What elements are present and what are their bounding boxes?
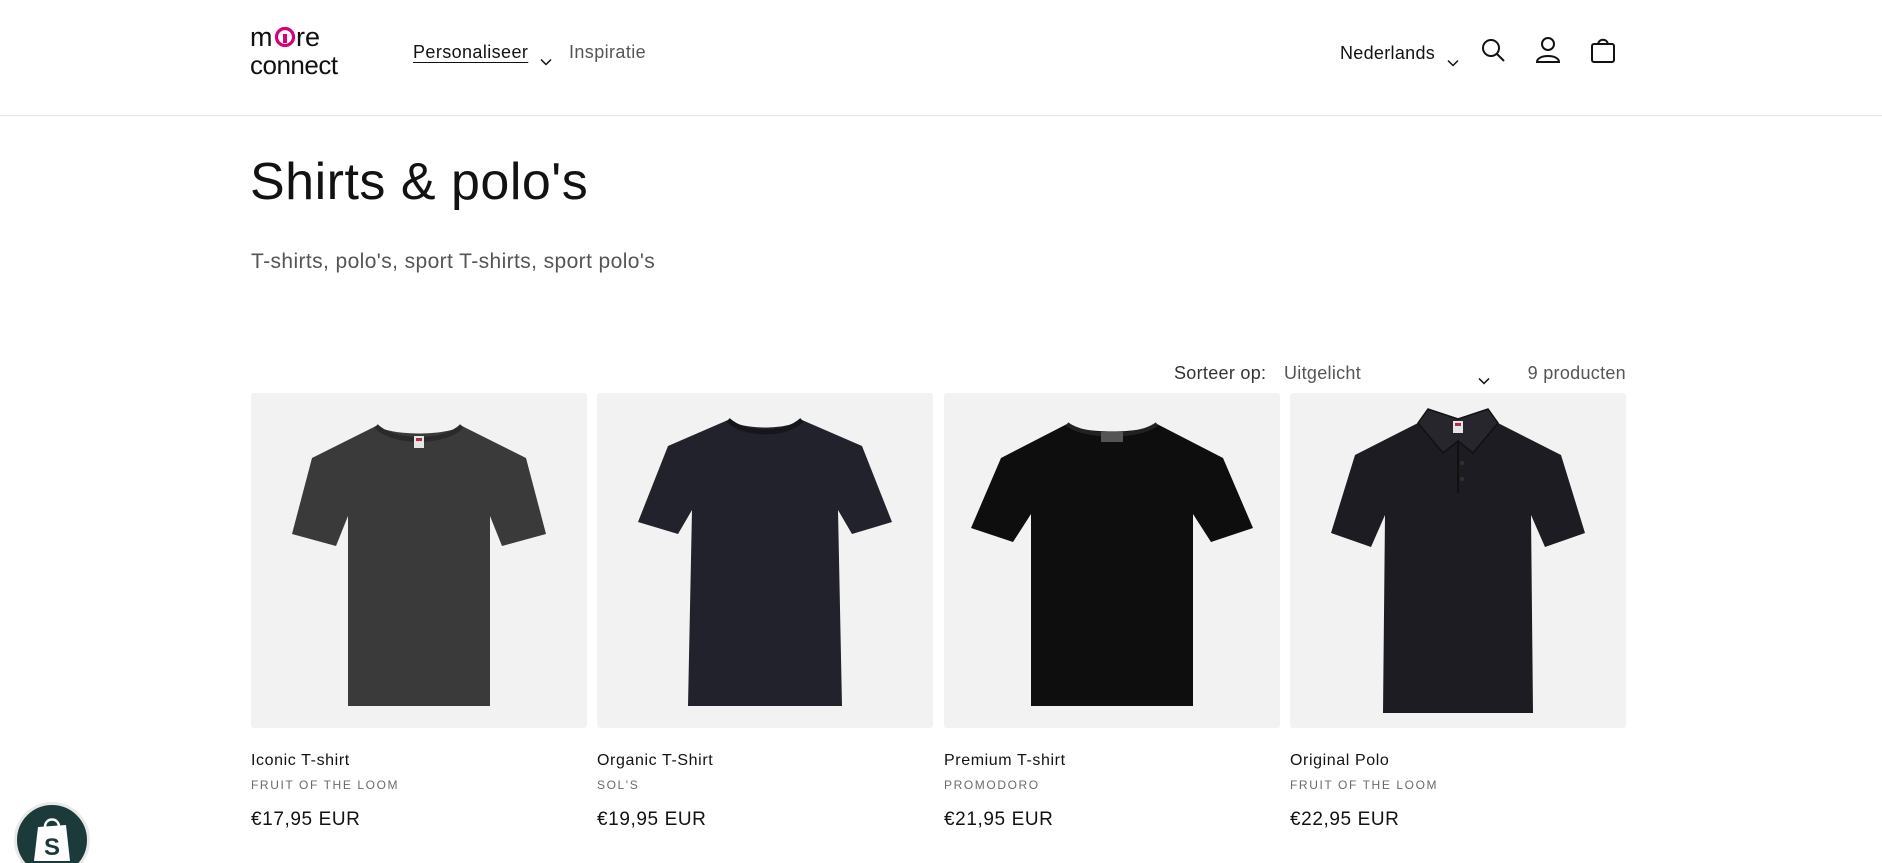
language-label: Nederlands [1340,43,1436,63]
search-icon[interactable] [1477,34,1509,66]
product-price: €21,95 EUR [944,809,1054,830]
sort-label: Sorteer op: [1174,363,1267,383]
product-name[interactable]: Original Polo [1290,751,1626,771]
tshirt-icon [292,423,546,706]
shopify-badge[interactable]: S [14,802,90,863]
collection-description: T-shirts, polo's, sport T-shirts, sport … [251,250,656,273]
product-price: €22,95 EUR [1290,809,1400,830]
chevron-down-icon [1478,369,1490,385]
more-connect-logo-icon: m re connect [250,22,339,80]
product-count: 9 producten [1527,363,1626,383]
product-price: €17,95 EUR [251,809,361,830]
brand-logo[interactable]: m re connect [250,22,365,80]
product-vendor: PROMODORO [944,778,1040,792]
product-card[interactable]: Premium T-shirt PROMODORO €21,95 EUR [944,393,1280,832]
product-image[interactable] [251,393,587,728]
shopify-bag-icon: S [34,818,70,861]
svg-text:m: m [250,22,273,52]
chevron-down-icon [540,48,552,66]
nav-personaliseer[interactable]: Personaliseer [413,40,552,66]
language-selector[interactable]: Nederlands [1340,41,1459,67]
account-icon[interactable] [1532,34,1564,66]
product-card[interactable]: Original Polo FRUIT OF THE LOOM €22,95 E… [1290,393,1626,832]
polo-icon [1331,407,1585,713]
product-vendor: FRUIT OF THE LOOM [1290,778,1439,792]
cart-icon[interactable] [1587,34,1619,66]
product-name[interactable]: Iconic T-shirt [251,751,587,771]
product-card[interactable]: Organic T-Shirt SOL'S €19,95 EUR [597,393,933,832]
sort-select[interactable]: Uitgelicht [1284,359,1490,387]
product-card[interactable]: Iconic T-shirt FRUIT OF THE LOOM €17,95 … [251,393,587,832]
nav-inspiratie[interactable]: Inspiratie [569,40,646,64]
tshirt-icon [638,417,892,706]
product-image[interactable] [597,393,933,728]
product-name[interactable]: Organic T-Shirt [597,751,933,771]
tshirt-icon [971,421,1253,706]
product-price: €19,95 EUR [597,809,707,830]
svg-text:connect: connect [250,50,339,80]
chevron-down-icon [1447,49,1459,67]
product-vendor: FRUIT OF THE LOOM [251,778,400,792]
product-name[interactable]: Premium T-shirt [944,751,1280,771]
page-title: Shirts & polo's [250,153,589,211]
nav-personaliseer-label: Personaliseer [413,42,529,62]
svg-text:S: S [44,834,60,861]
product-grid: Iconic T-shirt FRUIT OF THE LOOM €17,95 … [251,393,1627,863]
product-image[interactable] [944,393,1280,728]
sort-selected-value: Uitgelicht [1284,362,1362,383]
product-vendor: SOL'S [597,778,640,792]
product-image[interactable] [1290,393,1626,728]
svg-text:re: re [296,22,320,52]
site-header: m re connect Personaliseer Inspiratie Ne… [0,0,1882,116]
